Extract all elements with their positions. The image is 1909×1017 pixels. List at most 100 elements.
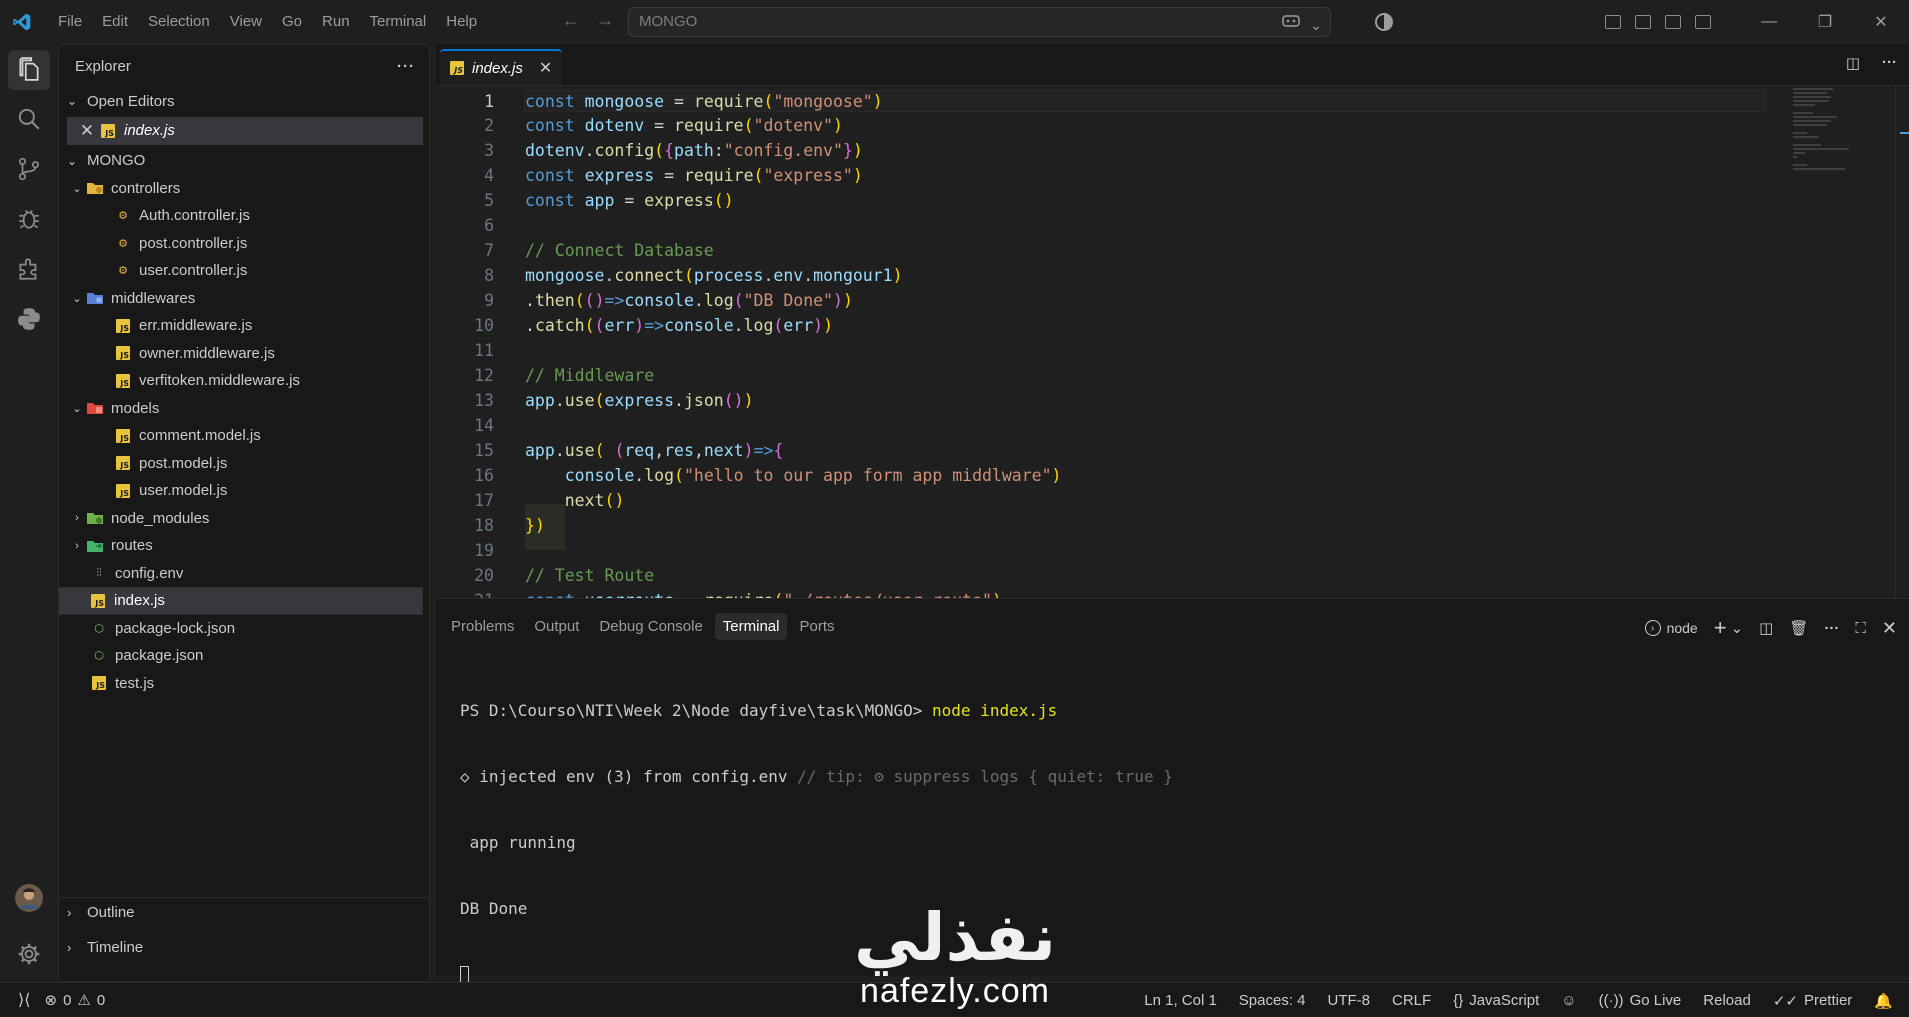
- account-avatar[interactable]: [0, 870, 58, 926]
- project-section[interactable]: ⌄ MONGO: [59, 147, 429, 175]
- chevron-down-icon: ⌄: [72, 182, 82, 195]
- split-editor-icon[interactable]: ◫: [1846, 54, 1860, 72]
- toggle-secondary-sidebar-icon[interactable]: [1695, 15, 1711, 29]
- tree-folder-models[interactable]: ⌄ models: [59, 395, 429, 423]
- split-terminal-icon[interactable]: ◫: [1759, 619, 1773, 637]
- open-editor-item[interactable]: ✕ JS index.js: [67, 117, 423, 145]
- menu-run[interactable]: Run: [312, 0, 360, 44]
- more-actions-icon[interactable]: ···: [397, 58, 415, 75]
- notifications-bell-icon[interactable]: 🔔: [1874, 992, 1893, 1010]
- open-editors-section[interactable]: ⌄ Open Editors: [59, 87, 429, 115]
- code-line: const express = require("express"): [525, 166, 863, 185]
- menu-selection[interactable]: Selection: [138, 0, 220, 44]
- tree-folder-node-modules[interactable]: › node_modules: [59, 505, 429, 533]
- trash-icon[interactable]: 🗑: [1789, 619, 1808, 637]
- close-panel-icon[interactable]: ✕: [1882, 618, 1897, 639]
- command-center-search[interactable]: MONGO ⌄: [628, 7, 1331, 37]
- source-control-icon[interactable]: [0, 144, 58, 194]
- menu-file[interactable]: File: [48, 0, 92, 44]
- language-mode[interactable]: {} JavaScript: [1453, 992, 1539, 1009]
- reload-button[interactable]: Reload: [1703, 992, 1751, 1009]
- forward-arrow-icon[interactable]: →: [596, 10, 614, 31]
- maximize-panel-icon[interactable]: ⛶: [1855, 620, 1866, 637]
- terminal-selector[interactable]: › node: [1644, 620, 1698, 636]
- tree-file-config-env[interactable]: ⫶⫶ config.env: [59, 560, 429, 588]
- editor-scrollbar[interactable]: [1895, 86, 1909, 598]
- tree-file-index-js[interactable]: JS index.js: [58, 587, 423, 615]
- tab-ports[interactable]: Ports: [791, 613, 842, 640]
- accounts-circle-icon[interactable]: [1374, 12, 1394, 32]
- run-debug-icon[interactable]: [0, 194, 58, 244]
- tree-file-comment-model[interactable]: JS comment.model.js: [59, 422, 429, 450]
- tree-folder-middlewares[interactable]: ⌄ middlewares: [59, 285, 429, 313]
- minimize-icon[interactable]: —: [1741, 0, 1797, 44]
- minimap[interactable]: [1793, 86, 1877, 176]
- folder-node-icon: [85, 510, 105, 526]
- search-text: MONGO: [639, 13, 698, 30]
- tree-folder-controllers[interactable]: ⌄ controllers: [59, 175, 429, 203]
- copilot-status-icon[interactable]: ☺: [1561, 992, 1576, 1009]
- toggle-panel-icon[interactable]: [1665, 15, 1681, 29]
- restore-icon[interactable]: ❐: [1797, 0, 1853, 44]
- encoding[interactable]: UTF-8: [1328, 992, 1371, 1009]
- copilot-icon[interactable]: [1282, 11, 1301, 39]
- search-icon[interactable]: [0, 94, 58, 144]
- menu-help[interactable]: Help: [436, 0, 487, 44]
- close-editor-icon[interactable]: ✕: [76, 121, 98, 141]
- more-actions-icon[interactable]: ···: [1824, 620, 1839, 637]
- menu-terminal[interactable]: Terminal: [360, 0, 437, 44]
- terminal-prompt: PS D:\Courso\NTI\Week 2\Node dayfive\tas…: [460, 701, 933, 720]
- tab-index-js[interactable]: JS index.js ✕: [440, 49, 563, 85]
- python-icon[interactable]: [0, 294, 58, 344]
- menu-view[interactable]: View: [220, 0, 272, 44]
- customize-layout-icon[interactable]: [1605, 15, 1621, 29]
- toggle-primary-sidebar-icon[interactable]: [1635, 15, 1651, 29]
- tab-debug-console[interactable]: Debug Console: [591, 613, 710, 640]
- tree-file-post-model[interactable]: JS post.model.js: [59, 450, 429, 478]
- tree-file-verfitoken-middleware[interactable]: JS verfitoken.middleware.js: [59, 367, 429, 395]
- tree-folder-routes[interactable]: › routes: [59, 532, 429, 560]
- tree-file-user-controller[interactable]: ⚙ user.controller.js: [59, 257, 429, 285]
- code-line: dotenv.config({path:"config.env"}): [525, 141, 863, 160]
- tree-file-err-middleware[interactable]: JS err.middleware.js: [59, 312, 429, 340]
- problems-status[interactable]: ⊗ 0 ⚠ 0: [44, 991, 105, 1010]
- cursor-position[interactable]: Ln 1, Col 1: [1144, 992, 1217, 1009]
- tree-file-user-model[interactable]: JS user.model.js: [59, 477, 429, 505]
- code-view[interactable]: 1 2 3 4 5 6 7 8 9 10 11 12 13 14 15 16 1…: [436, 86, 1776, 598]
- tab-terminal[interactable]: Terminal: [714, 613, 788, 640]
- tree-file-test-js[interactable]: JS test.js: [59, 670, 429, 698]
- timeline-section[interactable]: › Timeline: [59, 932, 429, 962]
- outline-section[interactable]: › Outline: [59, 897, 429, 927]
- menu-go[interactable]: Go: [272, 0, 312, 44]
- prettier-status[interactable]: ✓✓ Prettier: [1773, 992, 1853, 1010]
- javascript-file-icon: JS: [113, 455, 133, 471]
- go-live-button[interactable]: ((·)) Go Live: [1599, 992, 1682, 1009]
- tree-file-auth-controller[interactable]: ⚙ Auth.controller.js: [59, 202, 429, 230]
- tab-output[interactable]: Output: [526, 613, 587, 640]
- manage-gear-icon[interactable]: [0, 926, 58, 982]
- code-line: .then(()=>console.log("DB Done")): [525, 291, 853, 310]
- tab-problems[interactable]: Problems: [443, 613, 522, 640]
- menu-edit[interactable]: Edit: [92, 0, 138, 44]
- extensions-icon[interactable]: [0, 244, 58, 294]
- chevron-down-icon[interactable]: ⌄: [1731, 619, 1744, 637]
- new-terminal-icon[interactable]: +: [1714, 615, 1727, 641]
- tree-label: user.controller.js: [139, 262, 248, 280]
- tree-file-package-lock-json[interactable]: ⬡ package-lock.json: [59, 615, 429, 643]
- back-arrow-icon[interactable]: ←: [562, 10, 580, 31]
- chevron-down-icon[interactable]: ⌄: [1310, 11, 1322, 39]
- outline-label: Outline: [87, 904, 135, 921]
- remote-icon[interactable]: ⟩⟨: [18, 990, 30, 1010]
- close-tab-icon[interactable]: ✕: [539, 58, 552, 78]
- tree-file-post-controller[interactable]: ⚙ post.controller.js: [59, 230, 429, 258]
- explorer-icon[interactable]: [0, 44, 58, 94]
- close-window-icon[interactable]: ✕: [1853, 0, 1909, 44]
- tree-file-package-json[interactable]: ⬡ package.json: [59, 642, 429, 670]
- warning-icon: ⚠: [77, 992, 91, 1009]
- terminal-output[interactable]: PS D:\Courso\NTI\Week 2\Node dayfive\tas…: [460, 656, 1173, 1017]
- end-of-line[interactable]: CRLF: [1392, 992, 1431, 1009]
- tree-file-owner-middleware[interactable]: JS owner.middleware.js: [59, 340, 429, 368]
- vscode-logo-icon: [0, 0, 44, 44]
- more-actions-icon[interactable]: ···: [1882, 54, 1897, 72]
- indentation[interactable]: Spaces: 4: [1239, 992, 1306, 1009]
